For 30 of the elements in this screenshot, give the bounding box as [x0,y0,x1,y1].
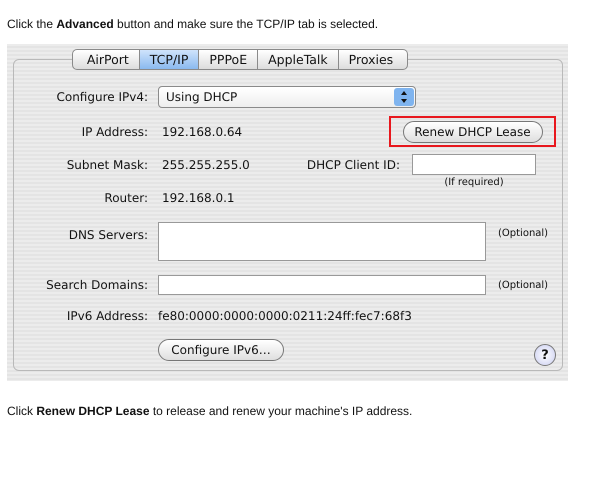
hint-text: (If required) [443,176,505,188]
tab[interactable]: Proxies [338,49,408,70]
help-button[interactable]: ? [534,344,556,366]
ip-address-value: 192.168.0.64 [162,124,244,138]
field-label: DHCP Client ID: [306,158,400,172]
tab[interactable]: PPPoE [199,49,258,70]
search-domains-field[interactable] [158,275,486,295]
tab[interactable]: AirPort [72,49,140,70]
stepper-icon [394,88,414,106]
dhcp-client-id-field[interactable] [412,154,536,175]
hint-text: (Optional) [498,280,548,290]
renew-dhcp-lease-button[interactable]: Renew DHCP Lease [402,120,542,142]
field-label: Configure IPv4: [55,90,148,104]
field-label: Subnet Mask: [66,158,148,172]
router-value: 192.168.0.1 [162,191,235,205]
dns-servers-field[interactable] [158,222,486,261]
instruction-text: Click the Advanced button and make sure the TCP/IP tab is selected. [7,17,380,32]
instruction-text: Click Renew DHCP Lease to release and renew your machine's IP address. [7,404,414,419]
field-label: Search Domains: [45,278,148,292]
configure-ipv4-dropdown[interactable]: Using DHCP [158,86,416,108]
field-label: Router: [103,191,148,205]
ipv6-address-value: fe80:0000:0000:0000:0211:24ff:fec7:68f3 [158,309,412,323]
tab[interactable]: AppleTalk [258,49,339,70]
hint-text: (Optional) [498,228,548,239]
subnet-mask-value: 255.255.255.0 [162,158,251,172]
field-label: IPv6 Address: [66,309,148,323]
field-label: IP Address: [80,124,148,138]
configure-ipv6-button[interactable]: Configure IPv6… [158,339,284,361]
tab[interactable]: TCP/IP [140,49,200,70]
field-label: DNS Servers: [68,228,148,242]
